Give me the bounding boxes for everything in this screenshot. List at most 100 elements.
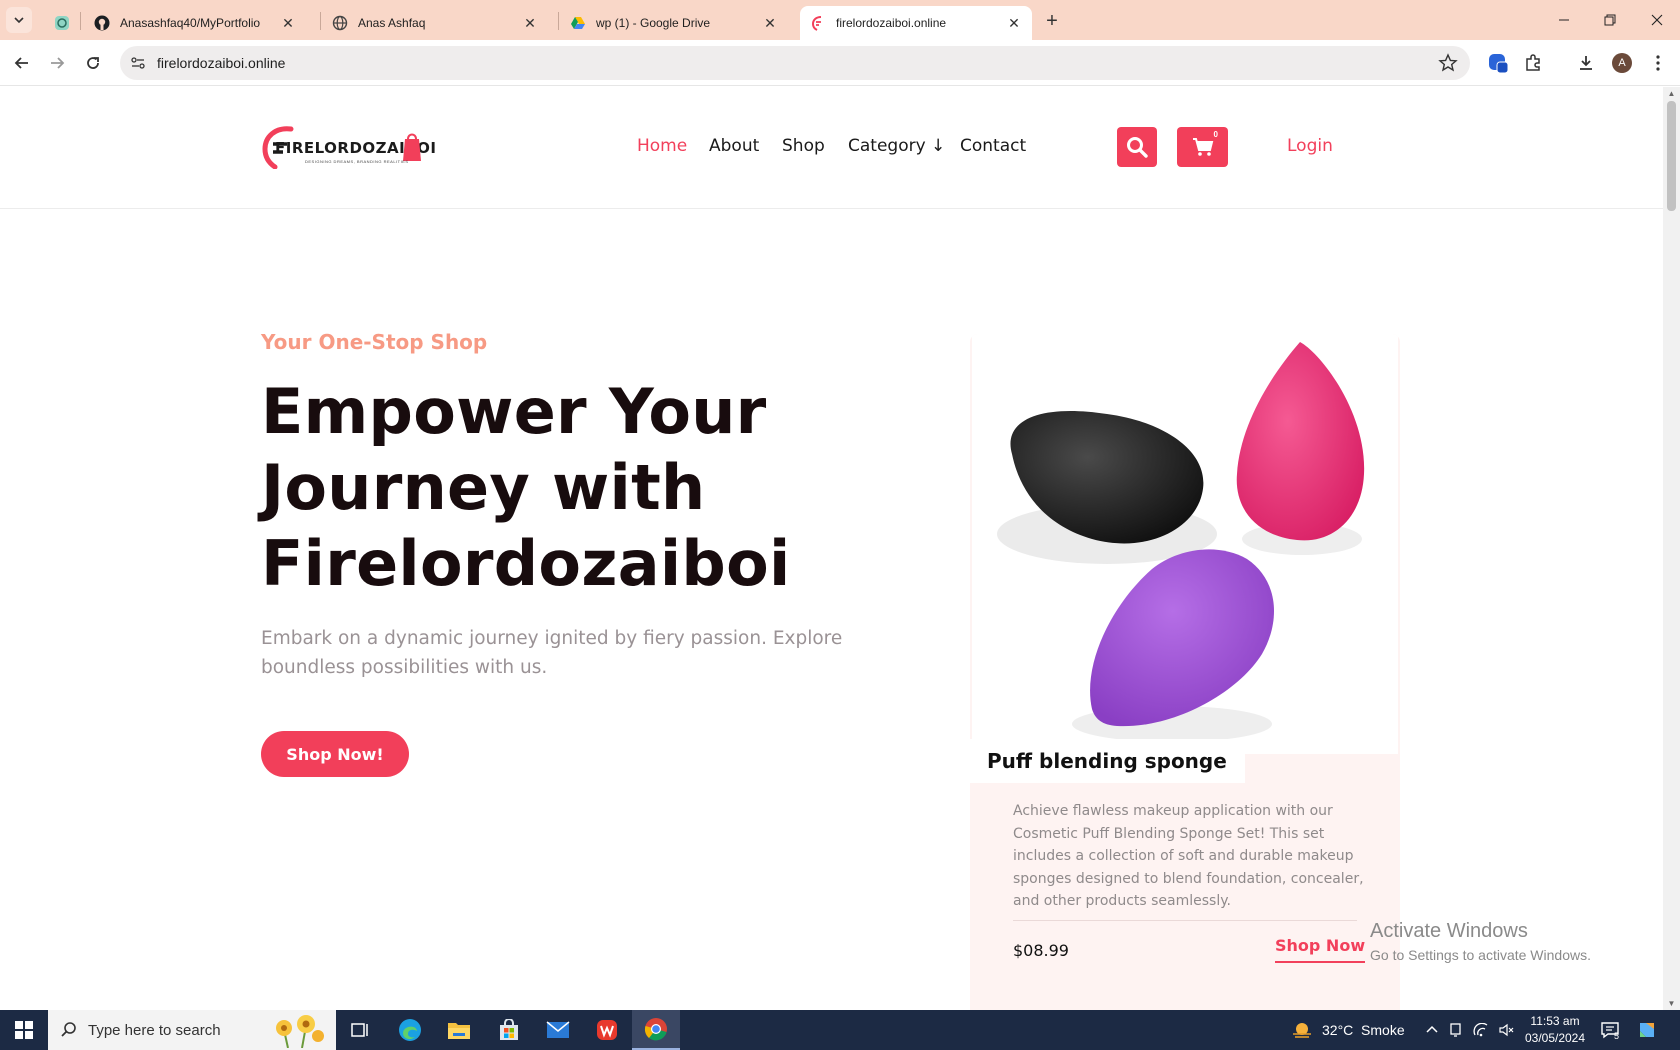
hero-title-line: Journey with — [261, 451, 706, 524]
nav-about[interactable]: About — [709, 136, 759, 156]
forward-button[interactable] — [45, 51, 69, 75]
tab-portfolio[interactable]: Anas Ashfaq ✕ — [322, 6, 548, 40]
tab-title: Anasashfaq40/MyPortfolio — [120, 16, 261, 30]
volume-muted-icon[interactable] — [1499, 1023, 1515, 1037]
makeup-sponges-image — [997, 342, 1365, 742]
cart-button[interactable]: 0 — [1177, 127, 1228, 167]
tab-firelordozaiboi[interactable]: firelordozaiboi.online ✕ — [800, 6, 1032, 40]
search-icon — [1127, 137, 1148, 158]
clock-date: 03/05/2024 — [1524, 1031, 1586, 1045]
product-image[interactable] — [972, 334, 1398, 754]
search-button[interactable] — [1117, 127, 1157, 167]
puzzle-icon — [1526, 54, 1540, 71]
product-title[interactable]: Puff blending sponge — [987, 749, 1227, 773]
tab-search-button[interactable] — [6, 7, 32, 33]
minimize-button[interactable] — [1541, 0, 1587, 40]
url-text[interactable]: firelordozaiboi.online — [157, 55, 285, 71]
clock-time: 11:53 am — [1530, 1014, 1580, 1028]
globe-icon — [332, 15, 348, 31]
tab-separator — [320, 12, 321, 30]
tab-title: wp (1) - Google Drive — [596, 16, 711, 30]
google-drive-icon — [570, 15, 586, 31]
scroll-down-arrow-icon[interactable]: ▼ — [1667, 999, 1676, 1008]
close-tab-icon[interactable]: ✕ — [280, 15, 296, 31]
close-tab-icon[interactable]: ✕ — [522, 15, 538, 31]
meet-now-icon[interactable] — [1449, 1022, 1463, 1038]
taskbar-microsoft-store[interactable] — [485, 1010, 533, 1050]
tab-google-drive[interactable]: wp (1) - Google Drive ✕ — [560, 6, 788, 40]
download-icon — [1580, 56, 1592, 70]
edge-browser-icon — [399, 1019, 421, 1041]
tab-title: Anas Ashfaq — [358, 16, 426, 30]
store-bag-icon — [500, 1019, 518, 1040]
login-link[interactable]: Login — [1287, 136, 1333, 156]
show-hidden-icons-chevron-icon[interactable] — [1425, 1023, 1439, 1037]
close-window-button[interactable] — [1634, 0, 1680, 40]
taskbar-wps-office[interactable] — [583, 1010, 631, 1050]
product-card: Puff blending sponge Achieve flawless ma… — [970, 334, 1400, 1010]
extensions-button[interactable] — [1521, 51, 1545, 75]
arrow-left-icon — [14, 57, 28, 69]
back-button[interactable] — [10, 51, 34, 75]
chevron-down-icon — [14, 17, 24, 24]
site-logo[interactable]: FIRELORDOZAIBOI DESIGNING DREAMS, BRANDI… — [261, 125, 436, 169]
site-settings-icon[interactable] — [130, 55, 146, 71]
browser-toolbar: firelordozaiboi.online A — [0, 40, 1680, 86]
taskbar-edge[interactable] — [386, 1010, 434, 1050]
hero-title-line: Empower Your — [261, 375, 767, 448]
site-favicon — [810, 15, 826, 31]
product-description: Achieve flawless makeup application with… — [1013, 803, 1364, 909]
taskbar-mail[interactable] — [534, 1010, 582, 1050]
downloads-button[interactable] — [1574, 51, 1598, 75]
close-tab-icon[interactable]: ✕ — [762, 15, 778, 31]
taskbar-chrome[interactable] — [632, 1010, 680, 1050]
windows-logo-icon — [15, 1021, 33, 1039]
taskbar-search-box[interactable]: Type here to search — [48, 1010, 336, 1050]
notifications-button[interactable]: 5 — [1600, 1010, 1619, 1050]
chrome-icon — [644, 1018, 667, 1041]
taskbar-clock[interactable]: 11:53 am 03/05/2024 — [1520, 1013, 1590, 1047]
shopping-cart-icon — [1192, 138, 1213, 156]
scroll-up-arrow-icon[interactable]: ▲ — [1667, 89, 1676, 98]
tab-separator — [80, 12, 81, 30]
tab-github[interactable]: Anasashfaq40/MyPortfolio ✕ — [84, 6, 306, 40]
nav-category[interactable]: Category ↓ — [848, 136, 945, 156]
hero-eyebrow: Your One-Stop Shop — [261, 330, 488, 354]
watermark-title: Activate Windows — [1370, 920, 1528, 942]
task-view-button[interactable] — [336, 1010, 384, 1050]
search-icon — [61, 1022, 76, 1037]
card-divider — [1013, 920, 1357, 921]
copilot-icon — [1489, 54, 1509, 74]
minimize-icon — [1559, 19, 1569, 21]
restore-button[interactable] — [1587, 0, 1633, 40]
folder-icon — [448, 1023, 470, 1039]
hero-shop-now-button[interactable]: Shop Now! — [261, 731, 409, 777]
windows-taskbar: Type here to search 32°C Smoke 11:53 am … — [0, 1010, 1680, 1050]
weather-sun-haze-icon — [1293, 1023, 1311, 1038]
close-icon — [1651, 14, 1663, 26]
kebab-menu-icon — [1656, 55, 1660, 71]
taskbar-file-explorer[interactable] — [435, 1010, 483, 1050]
start-button[interactable] — [0, 1010, 48, 1050]
nav-home[interactable]: Home — [637, 136, 687, 156]
nav-shop[interactable]: Shop — [782, 136, 825, 156]
page-scrollbar[interactable]: ▲ ▼ — [1663, 87, 1680, 1010]
notification-count-badge: 5 — [1614, 1031, 1620, 1041]
new-tab-button[interactable]: + — [1040, 9, 1064, 33]
weather-widget[interactable]: 32°C Smoke — [1290, 1010, 1405, 1050]
copilot-extension-button[interactable] — [1486, 51, 1510, 75]
taskbar-search-placeholder: Type here to search — [88, 1022, 221, 1039]
close-tab-icon[interactable]: ✕ — [1006, 15, 1022, 31]
browser-menu-button[interactable] — [1646, 51, 1670, 75]
network-icon[interactable] — [1473, 1023, 1489, 1037]
tab-chatgpt[interactable] — [44, 6, 84, 40]
github-icon — [94, 15, 110, 31]
product-shop-now-link[interactable]: Shop Now — [1275, 936, 1366, 963]
nav-contact[interactable]: Contact — [960, 136, 1026, 156]
reload-button[interactable] — [81, 51, 105, 75]
address-bar[interactable]: firelordozaiboi.online — [120, 46, 1470, 80]
profile-button[interactable]: A — [1610, 51, 1634, 75]
bookmark-star-icon[interactable] — [1438, 53, 1458, 73]
copilot-taskbar-button[interactable] — [1636, 1010, 1658, 1050]
scrollbar-thumb[interactable] — [1667, 101, 1676, 211]
